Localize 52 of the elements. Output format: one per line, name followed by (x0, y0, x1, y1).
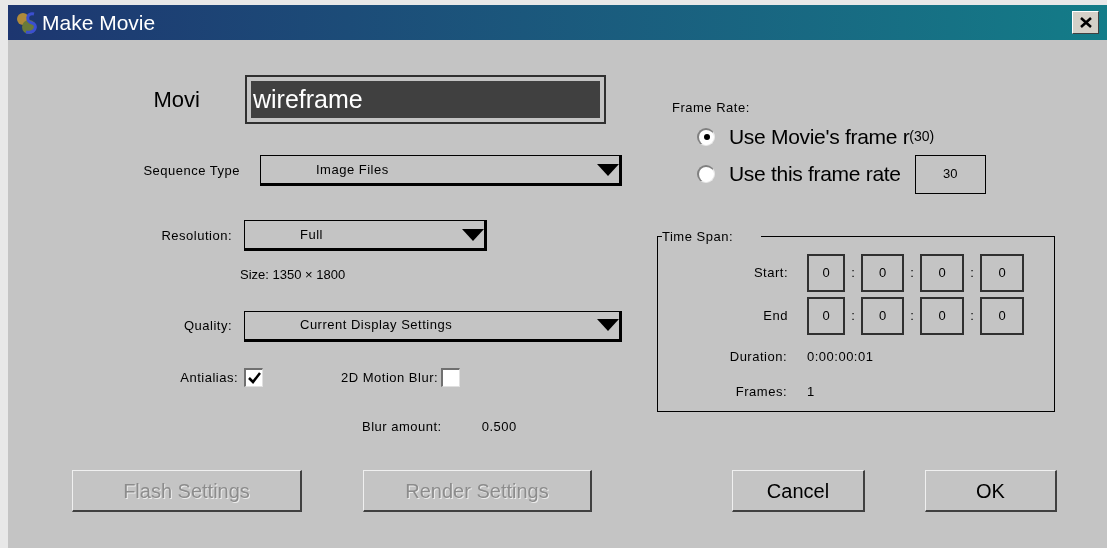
value-text: 1 (807, 382, 815, 401)
size-text: Size: 1350 × 1800 (240, 266, 346, 284)
field-label: Duration: (728, 348, 787, 366)
dropdown[interactable]: Full (244, 220, 487, 251)
time-field[interactable]: 0 (920, 254, 964, 292)
checkbox[interactable] (244, 367, 263, 387)
separator-text: : (909, 264, 915, 283)
separator-text: : (850, 307, 856, 326)
separator-text: : (850, 264, 856, 283)
separator-text: : (969, 307, 975, 326)
rate-note: (30) (909, 127, 935, 146)
separator-text: : (909, 307, 915, 326)
time-field[interactable]: 0 (980, 297, 1024, 335)
radio-label: Use this frame rate (729, 161, 901, 188)
caret-icon (462, 228, 484, 241)
field-label: End (762, 307, 788, 326)
field-label: Movi (152, 86, 200, 114)
close-icon (1079, 17, 1092, 28)
field-label: Frames: (734, 382, 787, 401)
time-field[interactable]: 0 (861, 297, 904, 335)
rate-field[interactable]: 30 (914, 154, 986, 194)
caret-icon (597, 163, 619, 176)
radio-button[interactable] (697, 127, 715, 146)
time-field[interactable]: 0 (920, 297, 964, 335)
separator-text: : (969, 264, 975, 283)
close-button[interactable] (1072, 11, 1099, 34)
checkbox[interactable] (441, 367, 461, 387)
window-title: Make Movie (42, 9, 156, 36)
checkbox-label: Antialias: (179, 368, 238, 387)
field-label: Resolution: (160, 226, 232, 245)
field-label: Quality: (182, 317, 232, 336)
time-field[interactable]: 0 (980, 254, 1024, 292)
value-text: 0:00:00:01 (807, 348, 874, 366)
caret-icon (597, 319, 619, 331)
checkbox-label: 2D Motion Blur: (341, 368, 439, 387)
name-field[interactable]: wireframe (245, 75, 606, 124)
section-label: Frame Rate: (672, 99, 751, 117)
value-text: 0.500 (481, 418, 517, 436)
dropdown[interactable]: Image Files (260, 155, 622, 186)
dialog-button[interactable]: Cancel (732, 470, 865, 512)
group-title: Time Span: (662, 227, 734, 246)
app-icon (14, 9, 40, 36)
field-label: Blur amount: (362, 418, 442, 436)
radio-label: Use Movie's frame r (729, 123, 910, 150)
field-label: Sequence Type (142, 161, 240, 180)
dropdown[interactable]: Current Display Settings (244, 310, 622, 342)
radio-button[interactable] (697, 165, 715, 183)
time-field[interactable]: 0 (861, 254, 904, 292)
dialog-button[interactable]: OK (925, 470, 1057, 512)
time-field[interactable]: 0 (807, 297, 845, 335)
time-field[interactable]: 0 (807, 254, 845, 292)
field-label: Start: (752, 264, 788, 283)
